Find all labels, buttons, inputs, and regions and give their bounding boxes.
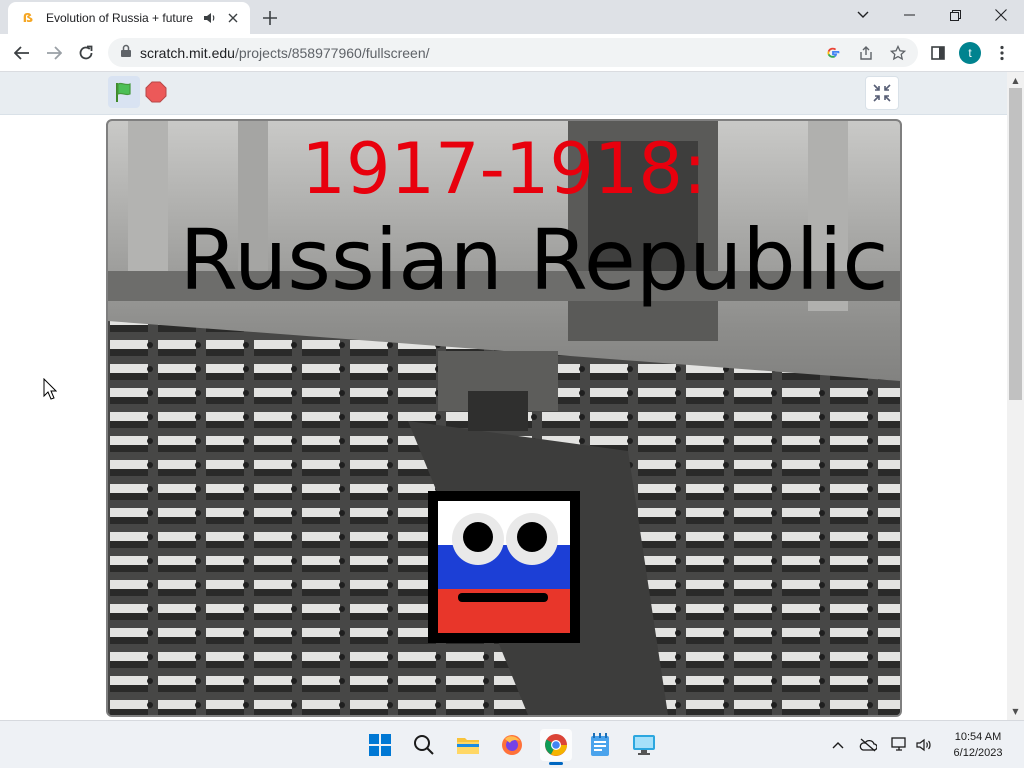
scratch-favicon-icon: ẞ (22, 11, 34, 25)
stage-canvas: 1917-1918: Russian Republic (108, 121, 900, 715)
notepad-icon[interactable] (584, 729, 616, 761)
browser-tab[interactable]: ẞ Evolution of Russia + future (8, 2, 250, 34)
chrome-icon[interactable] (540, 729, 572, 765)
onedrive-icon[interactable] (858, 735, 878, 755)
scroll-down-arrow-icon[interactable]: ▼ (1010, 706, 1021, 716)
tab-strip: ẞ Evolution of Russia + future (0, 0, 1024, 34)
volume-icon[interactable] (914, 735, 934, 755)
chevron-up-icon[interactable] (828, 735, 848, 755)
clock-date: 6/12/2023 (953, 747, 1003, 759)
firefox-icon[interactable] (496, 729, 528, 761)
address-bar[interactable]: scratch.mit.edu/projects/858977960/fulls… (108, 38, 918, 67)
clock-time: 10:54 AM (954, 731, 1002, 743)
profile-avatar[interactable]: t (959, 42, 981, 64)
heading-title: Russian Republic (179, 211, 888, 309)
green-flag-button[interactable] (108, 76, 140, 108)
url-host: scratch.mit.edu (140, 44, 235, 61)
green-flag-icon (116, 82, 131, 102)
remote-desktop-icon[interactable] (628, 729, 660, 761)
search-icon[interactable] (408, 729, 440, 761)
lock-icon[interactable] (120, 43, 132, 62)
share-icon[interactable] (856, 43, 876, 63)
close-tab-icon[interactable] (224, 9, 242, 27)
side-panel-icon[interactable] (924, 39, 952, 67)
url-text: scratch.mit.edu/projects/858977960/fulls… (140, 45, 430, 61)
url-path: /projects/858977960/fullscreen/ (234, 44, 430, 61)
reload-button[interactable] (72, 39, 100, 67)
scroll-up-arrow-icon[interactable]: ▲ (1010, 75, 1021, 85)
windows-start-icon[interactable] (364, 729, 396, 761)
network-icon[interactable] (890, 735, 910, 755)
new-tab-button[interactable] (258, 6, 282, 30)
exit-fullscreen-button[interactable] (865, 76, 899, 110)
exit-fullscreen-icon (873, 84, 891, 102)
browser-toolbar: scratch.mit.edu/projects/858977960/fulls… (0, 34, 1024, 72)
tab-search-icon[interactable] (840, 0, 886, 30)
bookmark-star-icon[interactable] (888, 43, 908, 63)
stop-button[interactable] (144, 80, 168, 104)
speaker-icon[interactable] (202, 10, 218, 26)
back-button[interactable] (8, 39, 36, 67)
active-app-indicator (549, 762, 563, 765)
close-window-button[interactable] (978, 0, 1024, 30)
scrollbar-thumb[interactable] (1009, 88, 1022, 400)
mouse-cursor-icon (43, 378, 57, 400)
windows-taskbar: 10:54 AM 6/12/2023 (0, 720, 1024, 768)
system-clock[interactable]: 10:54 AM 6/12/2023 (938, 729, 1018, 761)
restore-button[interactable] (932, 0, 978, 30)
page-scrollbar[interactable]: ▲ ▼ (1007, 72, 1024, 720)
scratch-controls-bar (0, 72, 1007, 115)
scratch-stage[interactable]: 1917-1918: Russian Republic (106, 119, 902, 717)
heading-years: 1917-1918: (301, 128, 706, 210)
file-explorer-icon[interactable] (452, 729, 484, 761)
google-translate-icon[interactable] (823, 43, 843, 63)
menu-kebab-icon[interactable] (988, 39, 1016, 67)
russian-flag-sprite (428, 491, 580, 643)
stop-sign-icon (145, 81, 167, 103)
forward-button[interactable] (40, 39, 68, 67)
tab-title: Evolution of Russia + future (46, 11, 194, 25)
minimize-button[interactable] (886, 0, 932, 30)
